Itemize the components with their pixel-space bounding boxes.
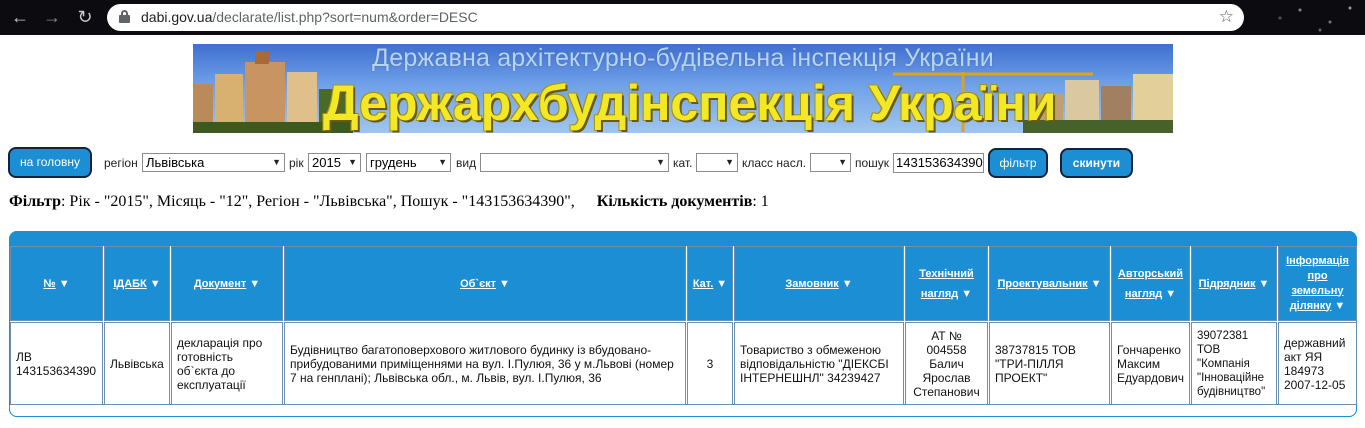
document-count-value: : 1 — [752, 193, 769, 210]
sort-arrow-icon[interactable]: ▼ — [961, 288, 972, 300]
header-label[interactable]: Документ — [194, 274, 246, 294]
table-cell-document: декларація про готовність об`єкта до екс… — [171, 322, 283, 405]
dropdown-arrow-icon: ▼ — [272, 157, 281, 167]
header-author-supervision[interactable]: Авторський нагляд ▼ — [1111, 246, 1190, 321]
table-cell-object: Будівництво багатоповерхового житлового … — [284, 322, 686, 405]
header-label[interactable]: Замовник — [785, 274, 838, 294]
category-select[interactable]: ▼ — [696, 153, 738, 172]
year-label: рік — [289, 156, 304, 170]
lock-icon[interactable] — [119, 10, 130, 23]
banner-subtitle: Державна архітектурно-будівельна інспекц… — [372, 44, 994, 72]
header-label[interactable]: Проектувальник — [997, 274, 1087, 294]
table-cell-idabk: Львівська — [104, 322, 170, 405]
year-select[interactable]: 2015 ▼ — [308, 153, 361, 172]
year-select-value: 2015 — [312, 155, 341, 170]
home-button[interactable]: на головну — [8, 147, 92, 178]
sort-arrow-icon[interactable]: ▼ — [1258, 278, 1269, 290]
filter-summary-text: : Рік - "2015", Місяць - "12", Регіон - … — [60, 193, 575, 210]
header-label-line4[interactable]: ділянку — [1290, 300, 1332, 312]
table-cell-designer: 38737815 ТОВ "ТРИ-ПІЛЛЯ ПРОЕКТ" — [989, 322, 1110, 405]
site-banner: Державна архітектурно-будівельна інспекц… — [193, 44, 1173, 133]
sort-arrow-icon[interactable]: ▼ — [249, 278, 260, 290]
header-label-line2[interactable]: нагляд — [1125, 288, 1162, 300]
sort-arrow-icon[interactable]: ▼ — [1091, 278, 1102, 290]
table-bottom-bar — [9, 404, 1357, 417]
dropdown-arrow-icon: ▼ — [656, 157, 665, 167]
forward-arrow-icon[interactable]: → — [42, 7, 62, 27]
header-land-plot-info[interactable]: Інформація про земельну ділянку ▼ — [1278, 246, 1357, 321]
search-input[interactable]: 143153634390 — [893, 153, 984, 173]
header-label[interactable]: Підрядник — [1199, 274, 1256, 294]
header-category[interactable]: Кат. ▼ — [687, 246, 733, 321]
sort-arrow-icon[interactable]: ▼ — [1334, 300, 1345, 312]
table-cell-category: 3 — [687, 322, 733, 405]
back-arrow-icon[interactable]: ← — [10, 7, 30, 27]
sort-arrow-icon[interactable]: ▼ — [59, 278, 70, 290]
month-select-value: грудень — [370, 155, 417, 170]
sort-arrow-icon[interactable]: ▼ — [150, 278, 161, 290]
header-label-line1[interactable]: Авторський — [1118, 264, 1183, 284]
sort-arrow-icon[interactable]: ▼ — [499, 278, 510, 290]
declarations-table: № ▼ ІДАБК ▼ Документ ▼ Об`єкт ▼ Кат. ▼ Замовн… — [9, 231, 1357, 417]
dropdown-arrow-icon: ▼ — [838, 157, 847, 167]
region-select-value: Львівська — [146, 155, 205, 170]
sort-arrow-icon[interactable]: ▼ — [716, 278, 727, 290]
header-label[interactable]: № — [43, 274, 55, 294]
address-bar[interactable]: dabi.gov.ua/declarate/list.php?sort=num&… — [107, 4, 1244, 31]
table-cell-customer: Товариство з обмеженою відповідальністю … — [734, 322, 904, 405]
dropdown-arrow-icon: ▼ — [438, 157, 447, 167]
header-object[interactable]: Об`єкт ▼ — [284, 246, 686, 321]
header-customer[interactable]: Замовник ▼ — [734, 246, 904, 321]
banner-title: Держархбудінспекція України — [323, 75, 1057, 131]
filter-summary-label: Фільтр — [9, 193, 61, 210]
header-label-line2[interactable]: нагляд — [921, 288, 958, 300]
sort-arrow-icon[interactable]: ▼ — [842, 278, 853, 290]
filter-summary: Фільтр: Рік - "2015", Місяць - "12", Рег… — [9, 193, 769, 211]
table-cell-land-plot-info: державний акт ЯЯ 184973 2007-12-05 — [1278, 322, 1357, 405]
type-select[interactable]: ▼ — [480, 153, 669, 172]
header-idabk[interactable]: ІДАБК ▼ — [104, 246, 170, 321]
header-label-line3[interactable]: земельну — [1291, 284, 1343, 299]
header-label-line1[interactable]: Технічний — [919, 264, 974, 284]
header-contractor[interactable]: Підрядник ▼ — [1191, 246, 1277, 321]
consequence-class-select[interactable]: ▼ — [810, 153, 851, 172]
region-label: регіон — [104, 156, 138, 170]
browser-toolbar: ← → ↻ dabi.gov.ua/declarate/list.php?sor… — [0, 0, 1365, 35]
document-count-label: Кількість документів — [596, 193, 753, 210]
header-technical-supervision[interactable]: Технічний нагляд ▼ — [905, 246, 988, 321]
table-cell-author-supervision: Гончаренко Максим Едуардович — [1111, 322, 1190, 405]
url-text[interactable]: dabi.gov.ua/declarate/list.php?sort=num&… — [141, 9, 478, 25]
reset-button[interactable]: скинути — [1060, 148, 1133, 178]
table-cell-technical-supervision: АТ № 004558 Балич Ярослав Степанович — [905, 322, 988, 405]
table-top-bar — [9, 231, 1357, 246]
header-label-line1[interactable]: Інформація — [1286, 254, 1349, 269]
url-domain: dabi.gov.ua — [141, 9, 213, 25]
table-cell-contractor: 39072381 ТОВ "Компанія "Інноваційне буді… — [1191, 322, 1277, 405]
dropdown-arrow-icon: ▼ — [348, 157, 357, 167]
type-label: вид — [456, 156, 477, 170]
header-label[interactable]: Об`єкт — [460, 274, 496, 294]
header-label-line2[interactable]: про — [1307, 269, 1327, 284]
reload-icon[interactable]: ↻ — [75, 7, 95, 27]
filter-button[interactable]: фільтр — [988, 148, 1048, 178]
sort-arrow-icon[interactable]: ▼ — [1165, 288, 1176, 300]
region-select[interactable]: Львівська ▼ — [142, 153, 285, 172]
search-label: пошук — [855, 156, 890, 170]
url-path: /declarate/list.php?sort=num&order=DESC — [212, 9, 478, 25]
header-label[interactable]: Кат. — [693, 274, 713, 294]
header-label[interactable]: ІДАБК — [113, 274, 146, 294]
table-cell-number: ЛВ 143153634390 — [10, 322, 103, 405]
category-label: кат. — [673, 156, 693, 170]
dropdown-arrow-icon: ▼ — [725, 157, 734, 167]
bookmark-star-icon[interactable]: ☆ — [1219, 7, 1234, 27]
header-document[interactable]: Документ ▼ — [171, 246, 283, 321]
month-select[interactable]: грудень ▼ — [366, 153, 451, 172]
header-designer[interactable]: Проектувальник ▼ — [989, 246, 1110, 321]
header-number[interactable]: № ▼ — [10, 246, 103, 321]
consequence-class-label: класс насл. — [742, 156, 807, 170]
